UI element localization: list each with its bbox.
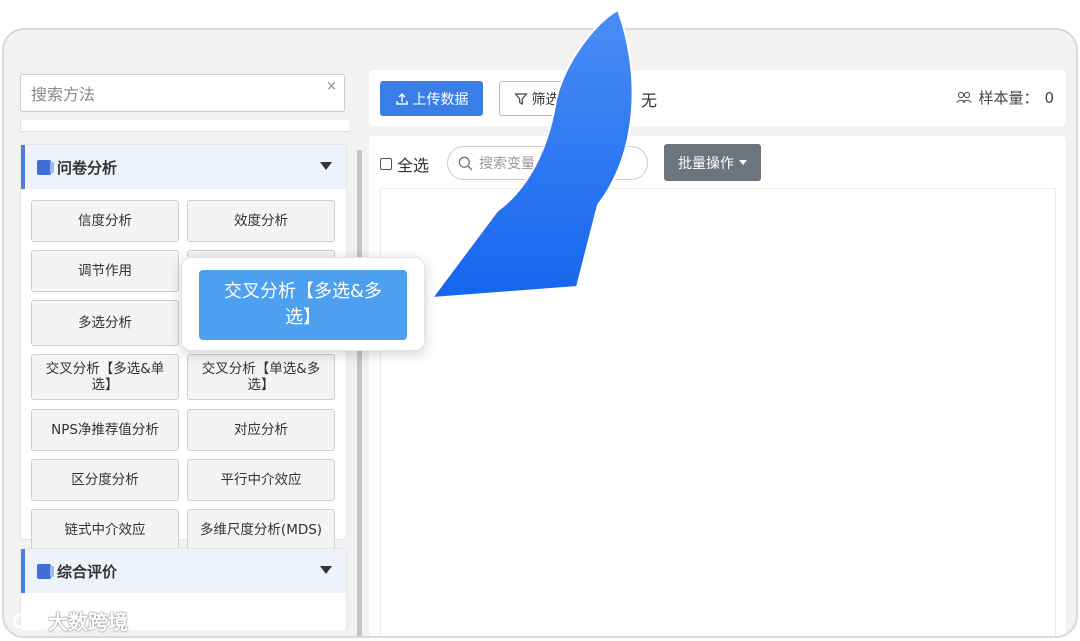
method-list: 问卷分析 信度分析 效度分析 调节作用 多选分析 交叉分析【多选&单选】 交叉分… <box>12 120 349 630</box>
caret-down-icon[interactable] <box>320 162 332 170</box>
method-search-placeholder: 搜索方法 <box>31 85 96 104</box>
section-title: 综合评价 <box>57 562 118 581</box>
upload-icon <box>395 92 408 105</box>
method-validity-analysis[interactable]: 效度分析 <box>187 200 335 242</box>
users-icon <box>956 91 972 103</box>
main-toolbar: 上传数据 筛选样本 无 样本量： 0 <box>369 70 1066 126</box>
variables-panel: 全选 搜索变量... 批量操作 <box>369 136 1066 636</box>
dragged-method-card: 交叉分析【多选&多选】 <box>181 257 425 351</box>
book-icon <box>37 563 54 579</box>
method-cross-single-multi[interactable]: 交叉分析【单选&多选】 <box>187 354 335 400</box>
filter-label: 筛选样本 <box>531 91 588 108</box>
batch-label: 批量操作 <box>678 155 734 172</box>
select-all-label: 全选 <box>397 156 430 175</box>
method-mds[interactable]: 多维尺度分析(MDS) <box>187 509 335 551</box>
batch-operations-button[interactable]: 批量操作 <box>664 144 761 181</box>
book-icon <box>37 159 54 175</box>
clear-icon[interactable]: × <box>326 79 337 94</box>
method-correspondence-analysis[interactable]: 对应分析 <box>187 409 335 451</box>
search-icon <box>458 156 473 170</box>
method-search-input[interactable]: 搜索方法 × <box>20 74 345 112</box>
dropdown-caret-icon <box>739 160 747 165</box>
previous-section-bottom <box>20 120 349 132</box>
upload-label: 上传数据 <box>412 91 469 108</box>
section-title: 问卷分析 <box>57 158 118 177</box>
method-chain-mediation[interactable]: 链式中介效应 <box>31 509 179 551</box>
filter-samples-button[interactable]: 筛选样本 <box>499 81 602 116</box>
watermark-logo-icon <box>12 612 38 628</box>
method-cross-multi-multi[interactable]: 交叉分析【多选&多选】 <box>199 270 407 340</box>
upload-data-button[interactable]: 上传数据 <box>380 81 483 116</box>
sample-count-label: 样本量： <box>978 89 1039 107</box>
select-all-checkbox[interactable]: 全选 <box>380 152 429 176</box>
method-discrimination-analysis[interactable]: 区分度分析 <box>31 459 179 501</box>
variable-search-placeholder: 搜索变量... <box>479 156 549 172</box>
method-parallel-mediation[interactable]: 平行中介效应 <box>187 459 335 501</box>
window-title-fragment: ▔▔▔ ▔▔▔ ▔▔ <box>32 42 120 48</box>
variable-search-input[interactable]: 搜索变量... <box>447 146 648 180</box>
checkbox-icon[interactable] <box>380 158 392 170</box>
sample-count-value: 0 <box>1044 88 1054 107</box>
watermark: 大数跨境 <box>12 606 128 635</box>
variable-drop-area[interactable] <box>380 188 1056 636</box>
sidebar-scrollbar[interactable] <box>357 150 362 636</box>
watermark-text: 大数跨境 <box>48 610 128 634</box>
method-moderation[interactable]: 调节作用 <box>31 250 179 292</box>
caret-down-icon[interactable] <box>320 566 332 574</box>
app-window: ▔▔▔ ▔▔▔ ▔▔ 搜索方法 × 问卷分析 信度分析 效度分析 调节作用 多选… <box>2 28 1078 638</box>
section-header-comprehensive[interactable]: 综合评价 <box>21 549 346 593</box>
method-reliability-analysis[interactable]: 信度分析 <box>31 200 179 242</box>
section-header-questionnaire[interactable]: 问卷分析 <box>21 145 346 189</box>
filter-status: 无 <box>641 91 658 110</box>
method-nps-analysis[interactable]: NPS净推荐值分析 <box>31 409 179 451</box>
method-cross-multi-single[interactable]: 交叉分析【多选&单选】 <box>31 354 179 400</box>
sample-count: 样本量： 0 <box>956 87 1054 108</box>
filter-icon <box>513 92 528 105</box>
method-multi-select-analysis[interactable]: 多选分析 <box>31 300 179 346</box>
